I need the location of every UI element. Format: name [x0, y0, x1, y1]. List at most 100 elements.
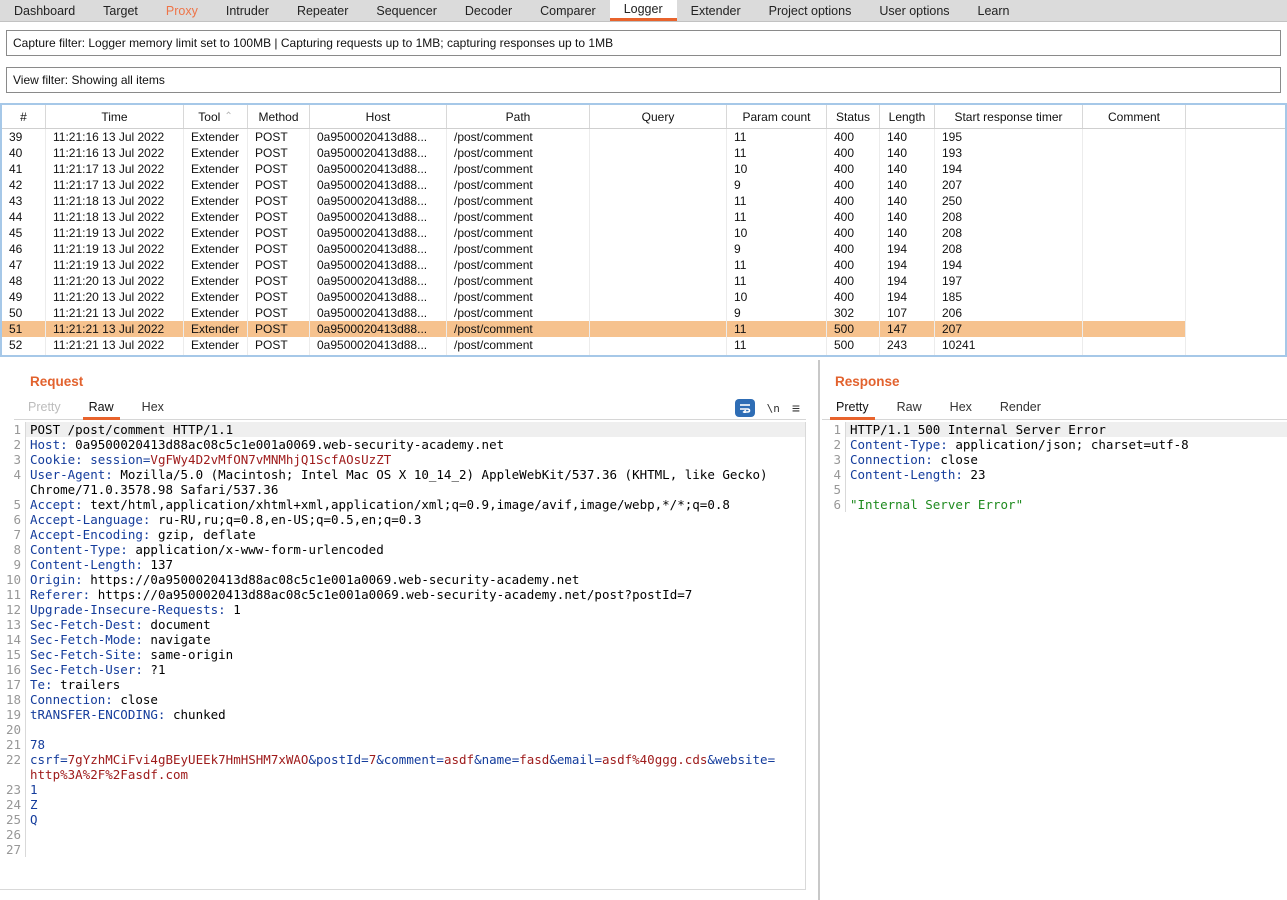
response-tab-pretty[interactable]: Pretty [822, 400, 883, 419]
capture-filter-bar[interactable]: Capture filter: Logger memory limit set … [6, 30, 1281, 56]
log-row-47[interactable]: 4711:21:19 13 Jul 2022ExtenderPOST0a9500… [2, 257, 1186, 273]
cell-status: 400 [827, 145, 880, 161]
log-row-39[interactable]: 3911:21:16 13 Jul 2022ExtenderPOST0a9500… [2, 129, 1186, 145]
line-content: http%3A%2F%2Fasdf.com [26, 767, 805, 782]
column-header-path[interactable]: Path [447, 105, 590, 128]
cell-query [590, 289, 727, 305]
request-tab-pretty[interactable]: Pretty [14, 400, 75, 419]
cell-status: 302 [827, 305, 880, 321]
cell-comment [1083, 289, 1186, 305]
log-row-40[interactable]: 4011:21:16 13 Jul 2022ExtenderPOST0a9500… [2, 145, 1186, 161]
cell-query [590, 145, 727, 161]
code-line: 2Content-Type: application/json; charset… [820, 437, 1287, 452]
column-header-filler [1186, 105, 1285, 128]
cell-query [590, 209, 727, 225]
column-header-length[interactable]: Length [880, 105, 935, 128]
cell-path: /post/comment [447, 289, 590, 305]
cell-tool: Extender [184, 289, 248, 305]
line-number: 12 [0, 602, 26, 617]
column-header-query[interactable]: Query [590, 105, 727, 128]
log-row-52[interactable]: 5211:21:21 13 Jul 2022ExtenderPOST0a9500… [2, 337, 1186, 353]
cell-status: 400 [827, 225, 880, 241]
response-editor-tabs: PrettyRawHexRender [822, 398, 1287, 420]
column-header-#[interactable]: # [2, 105, 46, 128]
response-tab-render[interactable]: Render [986, 400, 1055, 419]
log-row-46[interactable]: 4611:21:19 13 Jul 2022ExtenderPOST0a9500… [2, 241, 1186, 257]
cell-tool: Extender [184, 353, 248, 357]
response-tab-hex[interactable]: Hex [936, 400, 986, 419]
line-content: Upgrade-Insecure-Requests: 1 [26, 602, 805, 617]
main-tab-logger[interactable]: Logger [610, 0, 677, 21]
column-header-host[interactable]: Host [310, 105, 447, 128]
main-tab-learn[interactable]: Learn [964, 0, 1024, 21]
main-tab-extender[interactable]: Extender [677, 0, 755, 21]
request-tab-raw[interactable]: Raw [75, 400, 128, 419]
main-tab-decoder[interactable]: Decoder [451, 0, 526, 21]
cell-query [590, 257, 727, 273]
column-header-tool[interactable]: Tool⌃ [184, 105, 248, 128]
main-tab-comparer[interactable]: Comparer [526, 0, 610, 21]
column-header-method[interactable]: Method [248, 105, 310, 128]
log-row-42[interactable]: 4211:21:17 13 Jul 2022ExtenderPOST0a9500… [2, 177, 1186, 193]
column-header-status[interactable]: Status [827, 105, 880, 128]
cell-length: 140 [880, 193, 935, 209]
main-tab-dashboard[interactable]: Dashboard [0, 0, 89, 21]
cell-timer: 195 [935, 129, 1083, 145]
cell-length: 194 [880, 273, 935, 289]
cell-time: 11:21:19 13 Jul 2022 [46, 241, 184, 257]
line-number: 3 [820, 452, 846, 467]
cell-timer: 10241 [935, 337, 1083, 353]
log-row-49[interactable]: 4911:21:20 13 Jul 2022ExtenderPOST0a9500… [2, 289, 1186, 305]
main-tab-intruder[interactable]: Intruder [212, 0, 283, 21]
log-row-45[interactable]: 4511:21:19 13 Jul 2022ExtenderPOST0a9500… [2, 225, 1186, 241]
cell-id: 51 [2, 321, 46, 337]
log-row-53[interactable]: 5311:21:22 13 Jul 2022ExtenderPOST0a9500… [2, 353, 1186, 357]
request-tab-hex[interactable]: Hex [128, 400, 178, 419]
cell-path: /post/comment [447, 225, 590, 241]
line-number: 4 [820, 467, 846, 482]
main-tab-proxy[interactable]: Proxy [152, 0, 212, 21]
cell-length: 243 [880, 337, 935, 353]
newline-glyphs-icon[interactable]: \n [767, 402, 780, 415]
cell-param_count: 11 [727, 337, 827, 353]
cell-param_count: 9 [727, 305, 827, 321]
response-editor[interactable]: 1HTTP/1.1 500 Internal Server Error2Cont… [820, 422, 1287, 900]
column-header-comment[interactable]: Comment [1083, 105, 1186, 128]
log-row-50[interactable]: 5011:21:21 13 Jul 2022ExtenderPOST0a9500… [2, 305, 1186, 321]
log-row-44[interactable]: 4411:21:18 13 Jul 2022ExtenderPOST0a9500… [2, 209, 1186, 225]
code-line: 15Sec-Fetch-Site: same-origin [0, 647, 805, 662]
line-content: Z [26, 797, 805, 812]
cell-method: POST [248, 225, 310, 241]
main-tab-target[interactable]: Target [89, 0, 152, 21]
line-content: Connection: close [26, 692, 805, 707]
logger-table[interactable]: #TimeTool⌃MethodHostPathQueryParam count… [0, 103, 1287, 357]
cell-timer: 193 [935, 145, 1083, 161]
line-number: 13 [0, 617, 26, 632]
line-content: POST /post/comment HTTP/1.1 [26, 422, 805, 437]
column-header-time[interactable]: Time [46, 105, 184, 128]
log-row-48[interactable]: 4811:21:20 13 Jul 2022ExtenderPOST0a9500… [2, 273, 1186, 289]
response-tab-raw[interactable]: Raw [883, 400, 936, 419]
main-tab-user-options[interactable]: User options [865, 0, 963, 21]
column-header-param-count[interactable]: Param count [727, 105, 827, 128]
main-tab-project-options[interactable]: Project options [755, 0, 866, 21]
cell-comment [1083, 225, 1186, 241]
main-tab-repeater[interactable]: Repeater [283, 0, 362, 21]
request-panel: Request PrettyRawHex \n ≡ 1POST /post/co… [0, 360, 818, 900]
main-tab-sequencer[interactable]: Sequencer [362, 0, 450, 21]
view-filter-bar[interactable]: View filter: Showing all items [6, 67, 1281, 93]
line-number [0, 767, 26, 782]
log-row-43[interactable]: 4311:21:18 13 Jul 2022ExtenderPOST0a9500… [2, 193, 1186, 209]
log-row-51[interactable]: 5111:21:21 13 Jul 2022ExtenderPOST0a9500… [2, 321, 1186, 337]
cell-length: 140 [880, 177, 935, 193]
cell-timer: 206 [935, 305, 1083, 321]
cell-status: 500 [827, 337, 880, 353]
word-wrap-icon[interactable] [735, 399, 755, 417]
cell-method: POST [248, 305, 310, 321]
request-editor[interactable]: 1POST /post/comment HTTP/1.12Host: 0a950… [0, 422, 806, 890]
editor-menu-icon[interactable]: ≡ [792, 400, 800, 416]
column-header-start-response-timer[interactable]: Start response timer [935, 105, 1083, 128]
code-line: 18Connection: close [0, 692, 805, 707]
line-content: Origin: https://0a9500020413d88ac08c5c1e… [26, 572, 805, 587]
log-row-41[interactable]: 4111:21:17 13 Jul 2022ExtenderPOST0a9500… [2, 161, 1186, 177]
